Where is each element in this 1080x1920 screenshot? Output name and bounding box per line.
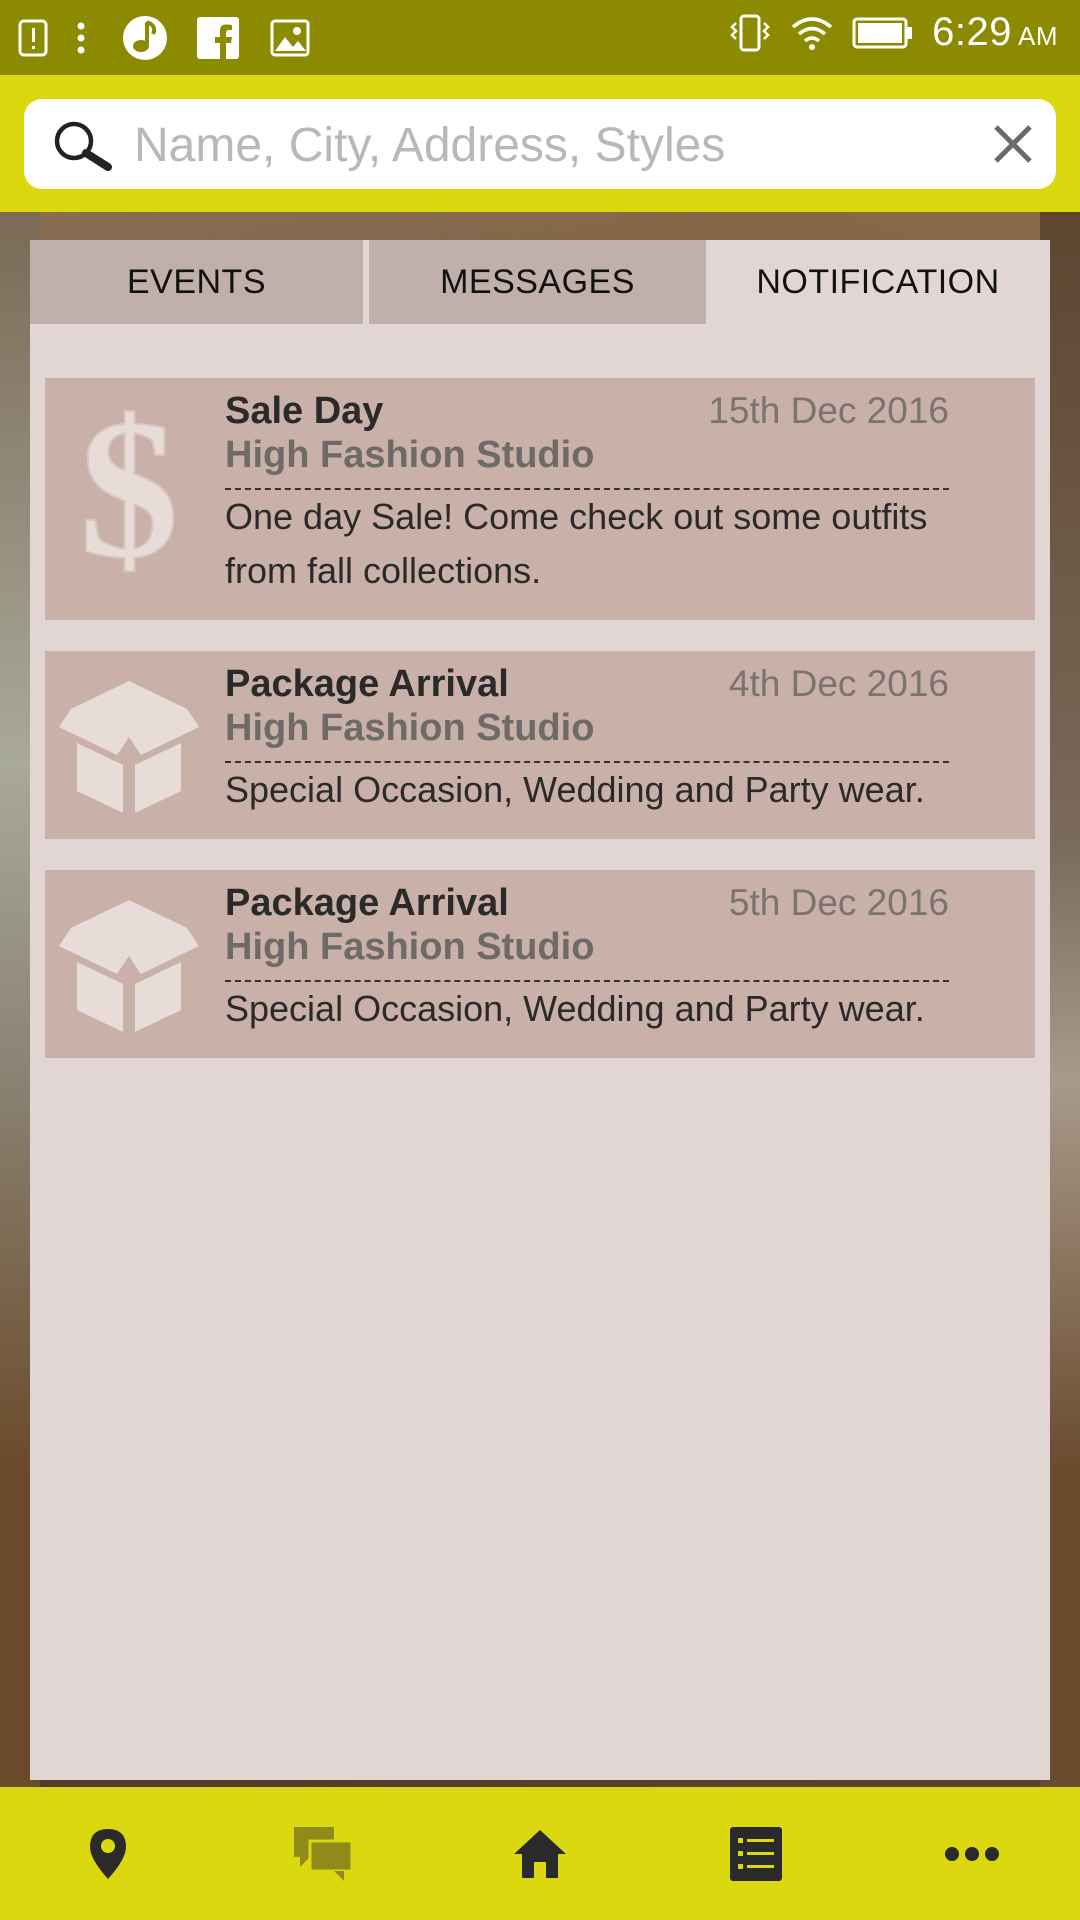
music-icon — [108, 14, 182, 62]
notification-studio: High Fashion Studio — [225, 926, 595, 968]
dollar-icon: $ — [59, 378, 199, 601]
search-icon — [52, 119, 118, 176]
image-icon — [254, 19, 326, 57]
map-pin-icon[interactable] — [48, 1794, 168, 1914]
package-icon — [59, 892, 199, 1037]
status-bar-right: 6:29 AM — [728, 10, 1058, 55]
alert-icon — [14, 18, 54, 58]
status-time: 6:29 AM — [932, 10, 1058, 54]
notification-card[interactable]: Package Arrival 5th Dec 2016 High Fashio… — [45, 870, 1035, 1058]
bottom-navigation — [0, 1787, 1080, 1920]
tab-bar: EVENTS MESSAGES NOTIFICATION — [30, 240, 1050, 324]
home-icon[interactable] — [480, 1794, 600, 1914]
status-bar: 6:29 AM — [0, 0, 1080, 75]
facebook-icon — [182, 17, 254, 59]
tab-messages[interactable]: MESSAGES — [369, 240, 706, 324]
more-vert-icon — [54, 18, 108, 58]
wifi-icon — [790, 15, 834, 51]
status-bar-left — [14, 14, 326, 62]
svg-text:$: $ — [79, 396, 179, 576]
search-box — [24, 99, 1056, 189]
notification-title: Package Arrival — [225, 882, 509, 924]
search-bar-container — [0, 75, 1080, 212]
notification-card[interactable]: $ Sale Day 15th Dec 2016 High Fashion St… — [45, 378, 1035, 620]
tab-events[interactable]: EVENTS — [30, 240, 363, 324]
package-icon — [59, 673, 199, 818]
notification-body: One day Sale! Come check out some outfit… — [225, 496, 928, 591]
notification-title: Sale Day — [225, 390, 384, 432]
notification-date: 5th Dec 2016 — [728, 882, 949, 923]
notification-body: Special Occasion, Wedding and Party wear… — [225, 988, 925, 1029]
battery-icon — [852, 17, 914, 49]
tab-notification[interactable]: NOTIFICATION — [706, 240, 1050, 324]
search-input[interactable] — [132, 109, 976, 181]
notification-date: 15th Dec 2016 — [708, 390, 949, 431]
notification-body: Special Occasion, Wedding and Party wear… — [225, 769, 925, 810]
list-icon[interactable] — [696, 1794, 816, 1914]
vibrate-icon — [728, 13, 772, 53]
notification-card[interactable]: Package Arrival 4th Dec 2016 High Fashio… — [45, 651, 1035, 839]
more-icon[interactable] — [912, 1794, 1032, 1914]
notification-title: Package Arrival — [225, 663, 509, 705]
notification-studio: High Fashion Studio — [225, 707, 595, 749]
chat-icon[interactable] — [264, 1794, 384, 1914]
notification-studio: High Fashion Studio — [225, 434, 595, 476]
close-icon[interactable] — [990, 121, 1036, 172]
content-panel: EVENTS MESSAGES NOTIFICATION $ Sale Day … — [30, 240, 1050, 1780]
notification-date: 4th Dec 2016 — [728, 663, 949, 704]
